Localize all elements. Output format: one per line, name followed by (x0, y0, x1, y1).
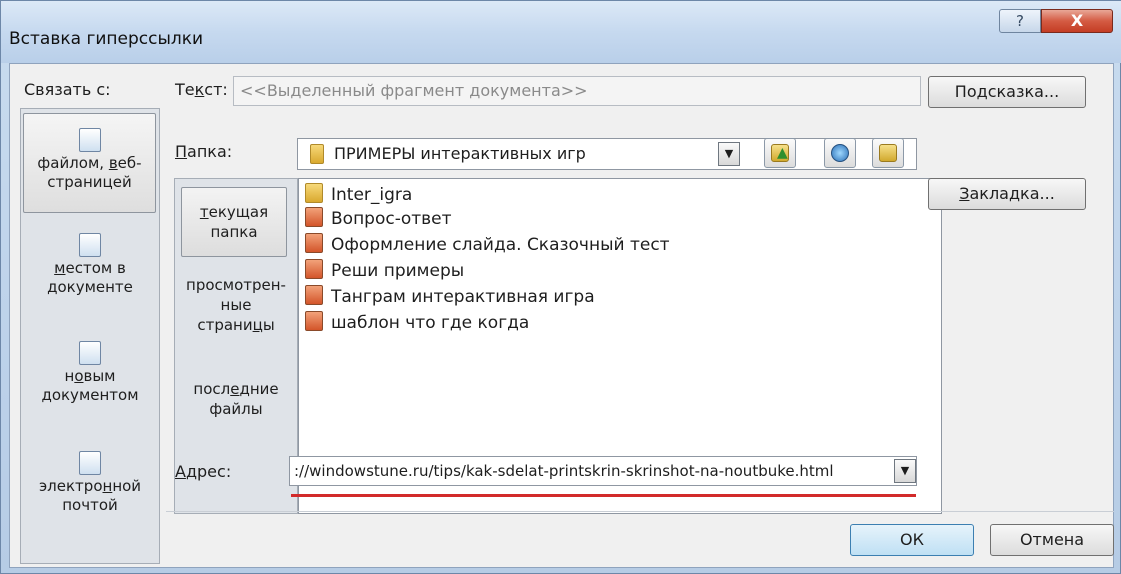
browse-web-icon[interactable] (824, 138, 856, 168)
ok-button[interactable]: ОК (850, 524, 974, 556)
list-item[interactable]: шаблон что где когда (305, 311, 529, 336)
dialog-title: Вставка гиперссылки (9, 29, 204, 49)
link-new-document[interactable]: новым документом (21, 341, 159, 431)
address-field[interactable]: ://windowstune.ru/tips/kak-sdelat-prints… (289, 456, 917, 486)
up-folder-icon[interactable]: ▲ (764, 138, 796, 168)
link-item-label: местом в документе (47, 259, 133, 296)
address-label: Адрес: (175, 462, 232, 481)
list-item[interactable]: Оформление слайда. Сказочный тест (305, 233, 670, 258)
link-item-label: файлом, веб-страницей (37, 154, 142, 191)
link-to-label: Связать с: (24, 80, 111, 99)
divider (166, 511, 1114, 512)
cancel-button[interactable]: Отмена (990, 524, 1114, 556)
place-in-document-icon (79, 233, 101, 257)
new-document-icon (79, 341, 101, 365)
address-value: ://windowstune.ru/tips/kak-sdelat-prints… (294, 462, 834, 480)
address-dropdown-button[interactable]: ▼ (894, 459, 916, 483)
close-button[interactable]: X (1041, 9, 1113, 33)
folder-icon (310, 143, 324, 164)
list-item[interactable]: Inter_igra (305, 183, 412, 208)
browse-file-icon[interactable] (872, 138, 904, 168)
browsed-pages-button[interactable]: просмотрен-ные страницы (175, 275, 297, 355)
folder-icon (305, 183, 323, 203)
powerpoint-icon (305, 233, 323, 253)
current-folder-button[interactable]: текущая папка (181, 187, 287, 257)
dialog-body: Связать с: файлом, веб-страницей местом … (9, 63, 1114, 568)
web-page-icon (78, 128, 101, 152)
powerpoint-icon (305, 207, 323, 227)
link-existing-file-or-web-page[interactable]: файлом, веб-страницей (23, 113, 156, 213)
folder-name: ПРИМЕРЫ интерактивных игр (334, 144, 586, 163)
hyperlink-dialog: Вставка гиперссылки ? X Связать с: файло… (0, 0, 1121, 574)
powerpoint-icon (305, 285, 323, 305)
powerpoint-icon (305, 259, 323, 279)
bookmark-button[interactable]: Закладка... (928, 178, 1086, 210)
list-item[interactable]: Вопрос-ответ (305, 207, 452, 232)
help-button[interactable]: ? (999, 9, 1041, 33)
address-highlight-underline (291, 494, 916, 497)
text-label: Текст: (175, 80, 228, 99)
link-place-in-document[interactable]: местом в документе (21, 233, 159, 323)
recent-files-button[interactable]: последние файлы (175, 379, 297, 439)
link-email-address[interactable]: электронной почтой (21, 451, 159, 551)
link-item-label: новым документом (41, 367, 139, 404)
chevron-down-icon: ▼ (900, 464, 910, 477)
list-item[interactable]: Реши примеры (305, 259, 464, 284)
email-icon (79, 451, 101, 475)
title-bar[interactable]: Вставка гиперссылки ? X (1, 1, 1121, 63)
chevron-down-icon: ▼ (724, 147, 734, 160)
text-to-display-field[interactable]: <<Выделенный фрагмент документа>> (233, 76, 921, 106)
powerpoint-icon (305, 311, 323, 331)
screentip-button[interactable]: Подсказка... (928, 76, 1086, 108)
folder-dropdown-button[interactable]: ▼ (718, 142, 740, 166)
link-to-bar: файлом, веб-страницей местом в документе … (20, 108, 160, 564)
link-item-label: электронной почтой (38, 477, 142, 514)
list-item[interactable]: Танграм интерактивная игра (305, 285, 595, 310)
folder-label: Папка: (175, 142, 233, 161)
